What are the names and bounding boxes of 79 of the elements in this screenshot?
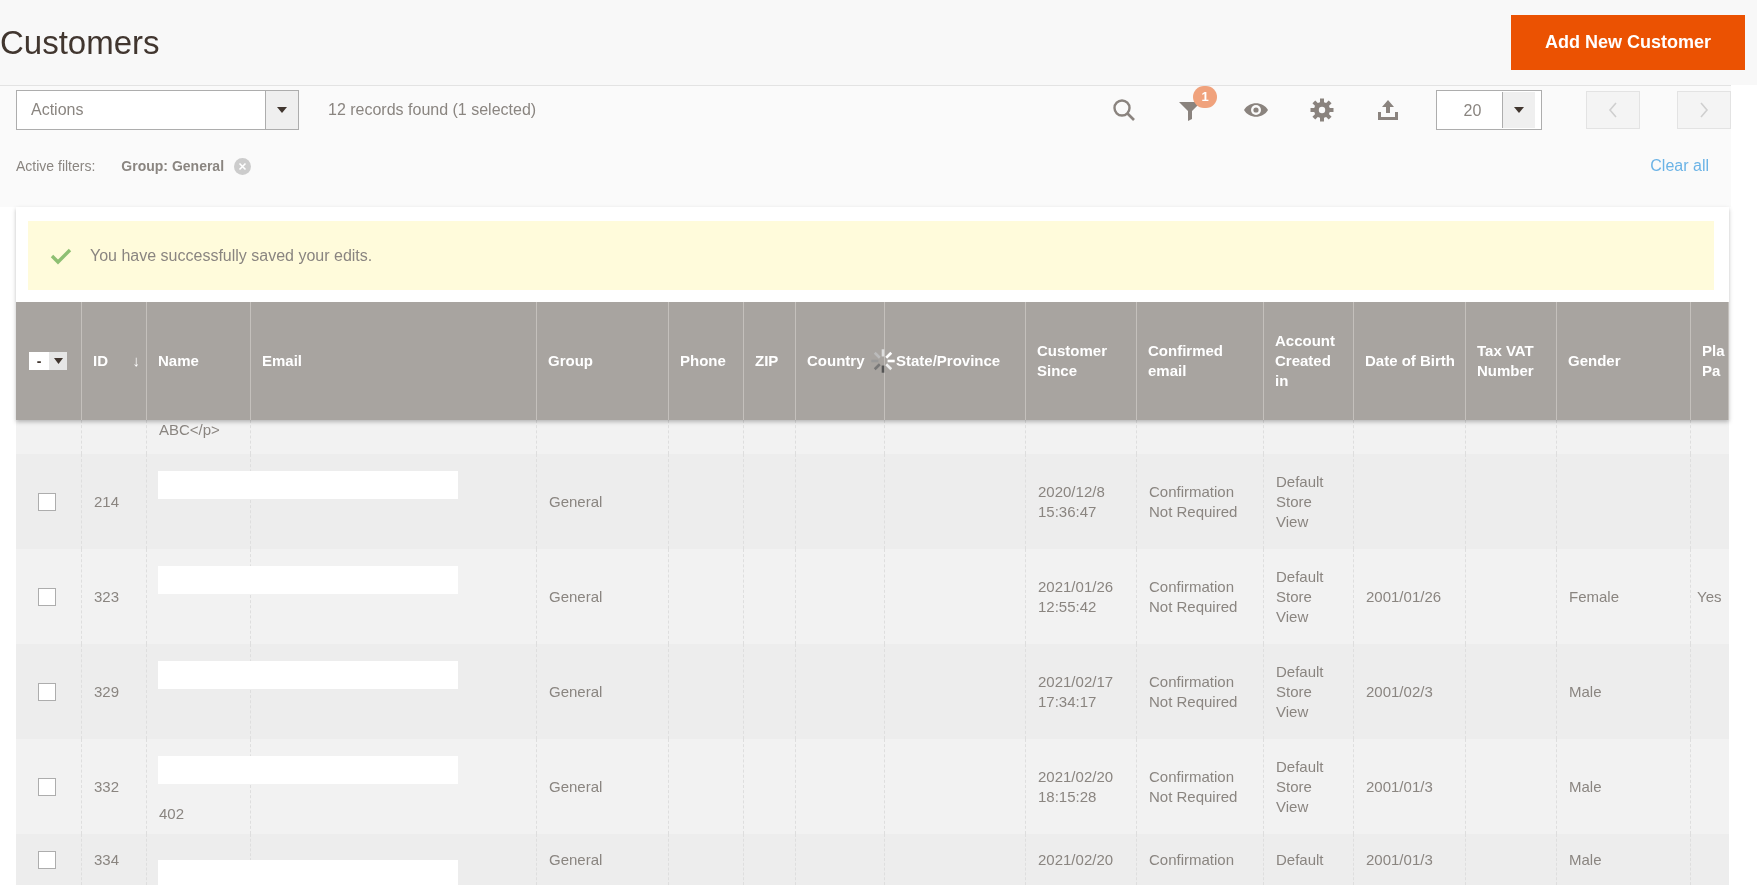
table-cell-text: 2020/12/8 15:36:47	[1038, 481, 1106, 522]
table-cell-text: 334	[94, 849, 121, 870]
records-count: 12 records found (1 selected)	[328, 100, 537, 120]
row-checkbox[interactable]	[38, 587, 56, 606]
row-checkbox[interactable]	[38, 492, 56, 511]
checkmark-icon	[50, 246, 72, 265]
clear-all-link[interactable]: Clear all	[1650, 154, 1709, 178]
message-text: You have successfully saved your edits.	[90, 245, 373, 266]
table-cell-text: Female	[1569, 586, 1621, 607]
table-cell-text: 323	[94, 586, 121, 607]
table-cell-text: Yes	[1697, 586, 1723, 607]
table-cell-text: General	[549, 776, 604, 797]
gear-icon[interactable]	[1310, 98, 1334, 122]
table-cell-text: 2021/02/17 17:34:17	[1038, 671, 1115, 712]
caret-icon	[53, 358, 63, 364]
table-cell-text: General	[549, 491, 604, 512]
row-checkbox[interactable]	[38, 682, 56, 701]
table-cell-text: 2001/01/3	[1366, 849, 1434, 870]
table-cell-text: Male	[1569, 776, 1603, 797]
table-cell-text: ABC</p>	[159, 420, 221, 440]
table-cell-text: Confirmation Not Required	[1149, 671, 1239, 712]
column-header[interactable]: ZIP	[755, 351, 779, 371]
table-cell-text: Confirmation Not Required	[1149, 576, 1239, 617]
table-cell-text: Default Store View	[1276, 756, 1325, 817]
table-cell-text: 2001/01/26	[1366, 586, 1443, 607]
row-checkbox[interactable]	[38, 777, 56, 796]
table-cell-text: Male	[1569, 681, 1603, 702]
column-header[interactable]: Customer Since	[1037, 341, 1130, 381]
table-cell-text: General	[549, 586, 604, 607]
table-cell-text: 2021/02/20 18:15:28	[1038, 766, 1115, 807]
column-header[interactable]: Tax VAT Number	[1477, 341, 1550, 381]
table-cell-text: Confirmation Not Required	[1149, 481, 1239, 522]
column-header[interactable]: Country	[807, 351, 865, 371]
remove-filter-icon[interactable]	[234, 157, 252, 175]
column-header[interactable]: ID	[93, 351, 108, 371]
column-header[interactable]: Email	[262, 351, 303, 371]
column-header[interactable]: Phone	[680, 351, 726, 371]
table-cell-text: 214	[94, 491, 121, 512]
caret-icon	[277, 107, 287, 113]
table-cell-text: Default Store View	[1276, 471, 1325, 532]
filter-count-badge: 1	[1193, 86, 1217, 108]
table-cell-text: 402	[159, 804, 186, 824]
column-header[interactable]: Name	[158, 351, 199, 371]
table-cell-text: Confirmation	[1149, 849, 1236, 870]
add-new-customer-button[interactable]: Add New Customer	[1511, 15, 1745, 70]
table-cell-text: 332	[94, 776, 121, 797]
table-cell-text: Default Store View	[1276, 566, 1325, 627]
table-cell-text: 2021/01/26 12:55:42	[1038, 576, 1115, 617]
table-cell-text: Default	[1276, 849, 1325, 870]
table-cell-text: 329	[94, 681, 121, 702]
actions-dropdown[interactable]: Actions	[16, 90, 299, 130]
column-header[interactable]: Pla Pa	[1702, 341, 1725, 381]
upload-icon[interactable]	[1376, 98, 1400, 122]
search-icon[interactable]	[1112, 98, 1136, 122]
table-cell-text: 2001/02/3	[1366, 681, 1434, 702]
column-header[interactable]: Confirmed email	[1148, 341, 1257, 381]
page-title: Customers	[0, 22, 160, 63]
column-header[interactable]: State/Province	[896, 351, 1001, 371]
table-cell-text: 2001/01/3	[1366, 776, 1434, 797]
chevron-left-icon	[1608, 102, 1618, 118]
table-cell-text: General	[549, 681, 604, 702]
caret-icon	[1514, 107, 1524, 113]
previous-page-button[interactable]	[1586, 91, 1640, 129]
column-header[interactable]: Date of Birth	[1365, 351, 1455, 371]
table-cell-text: Default Store View	[1276, 661, 1325, 722]
column-header[interactable]: Account Created in	[1275, 331, 1347, 391]
active-filters-label: Active filters:	[16, 156, 96, 176]
column-header[interactable]: Group	[548, 351, 593, 371]
chevron-right-icon	[1699, 102, 1709, 118]
row-checkbox[interactable]	[38, 850, 56, 869]
per-page-dropdown[interactable]: 20	[1436, 90, 1542, 130]
column-header[interactable]: Gender	[1568, 351, 1621, 371]
table-cell-text: General	[549, 849, 604, 870]
filter-label: Group: General	[121, 156, 225, 176]
table-cell-text: Male	[1569, 849, 1603, 870]
sort-arrow[interactable]: ↓	[132, 351, 140, 371]
next-page-button[interactable]	[1677, 91, 1731, 129]
table-cell-text: Confirmation Not Required	[1149, 766, 1239, 807]
table-cell-text: 2021/02/20	[1038, 849, 1115, 870]
